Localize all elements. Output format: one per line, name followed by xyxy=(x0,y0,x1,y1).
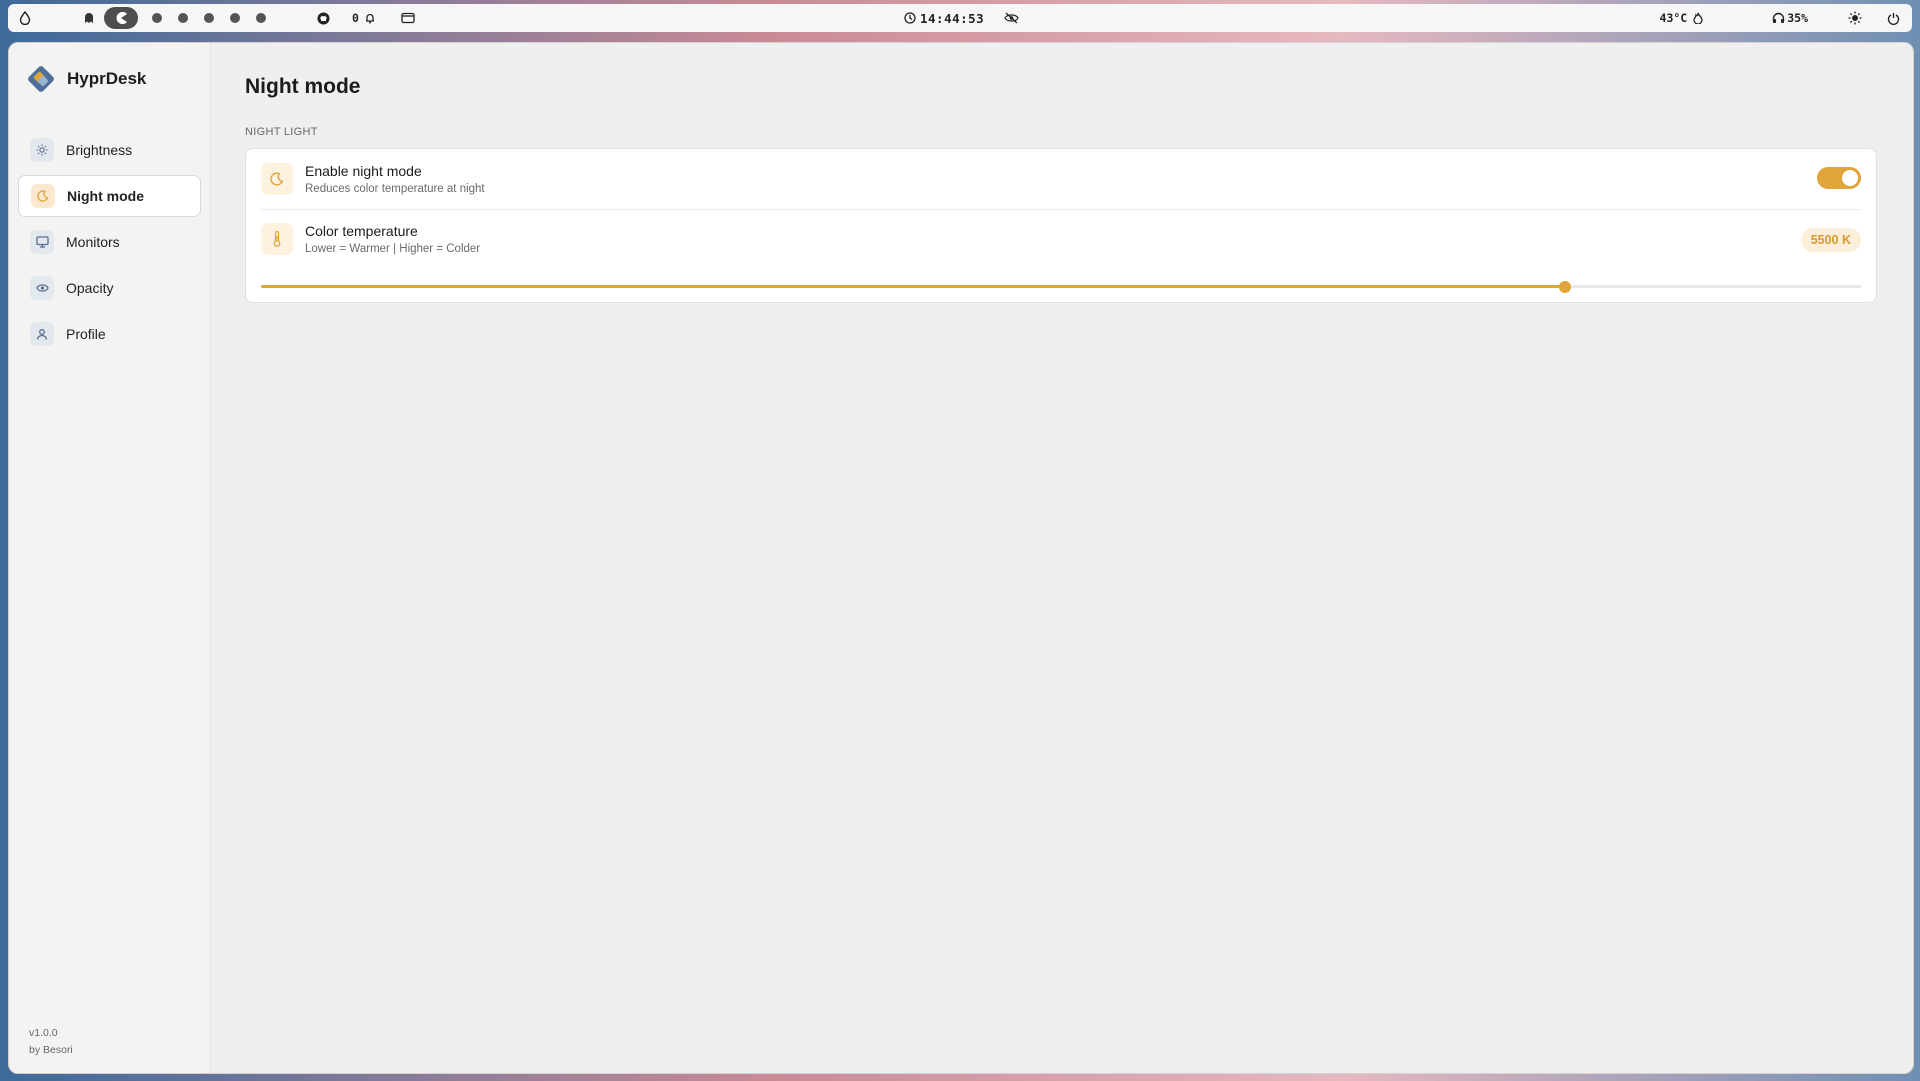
sidebar-item-profile[interactable]: Profile xyxy=(18,313,201,355)
top-bar-left: 0 xyxy=(16,4,417,32)
bell-icon[interactable] xyxy=(361,9,379,27)
volume-level[interactable]: 35% xyxy=(1787,11,1808,25)
top-bar-right: 43°C 35% xyxy=(1660,4,1902,32)
eye-off-icon[interactable] xyxy=(1002,9,1020,27)
section-label: NIGHT LIGHT xyxy=(245,126,318,138)
main-content: Night mode NIGHT LIGHT Enable night mode… xyxy=(245,43,1913,1073)
color-temperature-title: Color temperature xyxy=(305,223,418,239)
sidebar-item-label: Monitors xyxy=(66,234,120,250)
workspace-dot[interactable] xyxy=(230,13,240,23)
pacman-icon xyxy=(116,12,127,25)
cpu-temperature: 43°C xyxy=(1659,11,1688,25)
app-window: HyprDesk Brightness Night mode Monitors xyxy=(8,42,1914,1074)
window-icon[interactable] xyxy=(399,9,417,27)
toggle-knob xyxy=(1842,170,1858,186)
clock-time: 14:44:53 xyxy=(920,10,985,26)
power-icon[interactable] xyxy=(1884,9,1902,27)
top-bar-center: 14:44:53 xyxy=(904,4,1020,32)
workspace-dot[interactable] xyxy=(178,13,188,23)
slider-fill xyxy=(261,285,1565,288)
sidebar-item-label: Opacity xyxy=(66,280,114,296)
sun-icon[interactable] xyxy=(1846,9,1864,27)
sidebar-item-monitors[interactable]: Monitors xyxy=(18,221,201,263)
sidebar-item-label: Night mode xyxy=(67,188,144,204)
color-temperature-slider[interactable] xyxy=(261,280,1861,294)
eye-icon xyxy=(30,276,54,300)
top-bar: 0 14:44:53 43°C 35% xyxy=(8,4,1912,32)
sidebar: HyprDesk Brightness Night mode Monitors xyxy=(9,43,211,1073)
notification-count: 0 xyxy=(352,11,359,25)
sidebar-nav: Brightness Night mode Monitors Opacity P… xyxy=(18,129,201,359)
sidebar-item-label: Brightness xyxy=(66,142,133,158)
color-temperature-subtitle: Lower = Warmer | Higher = Colder xyxy=(305,243,481,255)
moon-icon xyxy=(31,184,55,208)
sidebar-footer: v1.0.0 by Besori xyxy=(29,1025,73,1059)
clock-icon xyxy=(904,12,916,24)
app-logo-icon xyxy=(28,66,54,92)
workspace-dot[interactable] xyxy=(152,13,162,23)
night-mode-toggle[interactable] xyxy=(1817,167,1861,189)
workspace-dot[interactable] xyxy=(204,13,214,23)
app-version: v1.0.0 xyxy=(29,1027,58,1039)
slider-thumb[interactable] xyxy=(1559,281,1571,293)
sun-icon xyxy=(30,138,54,162)
moon-icon xyxy=(261,163,293,195)
flame-icon xyxy=(1689,9,1707,27)
user-icon xyxy=(30,322,54,346)
color-temperature-value: 5500 K xyxy=(1800,228,1861,252)
sidebar-item-opacity[interactable]: Opacity xyxy=(18,267,201,309)
workspace-dot[interactable] xyxy=(256,13,266,23)
app-name: HyprDesk xyxy=(67,69,147,88)
app-author: by Besori xyxy=(29,1044,73,1056)
night-mode-row: Enable night mode Reduces color temperat… xyxy=(261,149,1861,210)
thermometer-icon xyxy=(261,223,293,255)
page-title: Night mode xyxy=(245,75,361,98)
headphones-icon[interactable] xyxy=(1769,9,1787,27)
sidebar-item-night-mode[interactable]: Night mode xyxy=(18,175,201,217)
night-light-card: Enable night mode Reduces color temperat… xyxy=(245,148,1877,303)
brand: HyprDesk xyxy=(25,63,146,95)
sidebar-item-label: Profile xyxy=(66,326,106,342)
droplet-icon[interactable] xyxy=(16,9,34,27)
sidebar-item-brightness[interactable]: Brightness xyxy=(18,129,201,171)
github-icon[interactable] xyxy=(314,9,332,27)
clock[interactable]: 14:44:53 xyxy=(904,11,984,26)
workspace-active[interactable] xyxy=(104,7,138,29)
monitor-icon xyxy=(30,230,54,254)
night-mode-title: Enable night mode xyxy=(305,163,422,179)
ghost-icon[interactable] xyxy=(80,9,98,27)
color-temperature-row: Color temperature Lower = Warmer | Highe… xyxy=(261,209,1861,269)
night-mode-subtitle: Reduces color temperature at night xyxy=(305,183,485,195)
